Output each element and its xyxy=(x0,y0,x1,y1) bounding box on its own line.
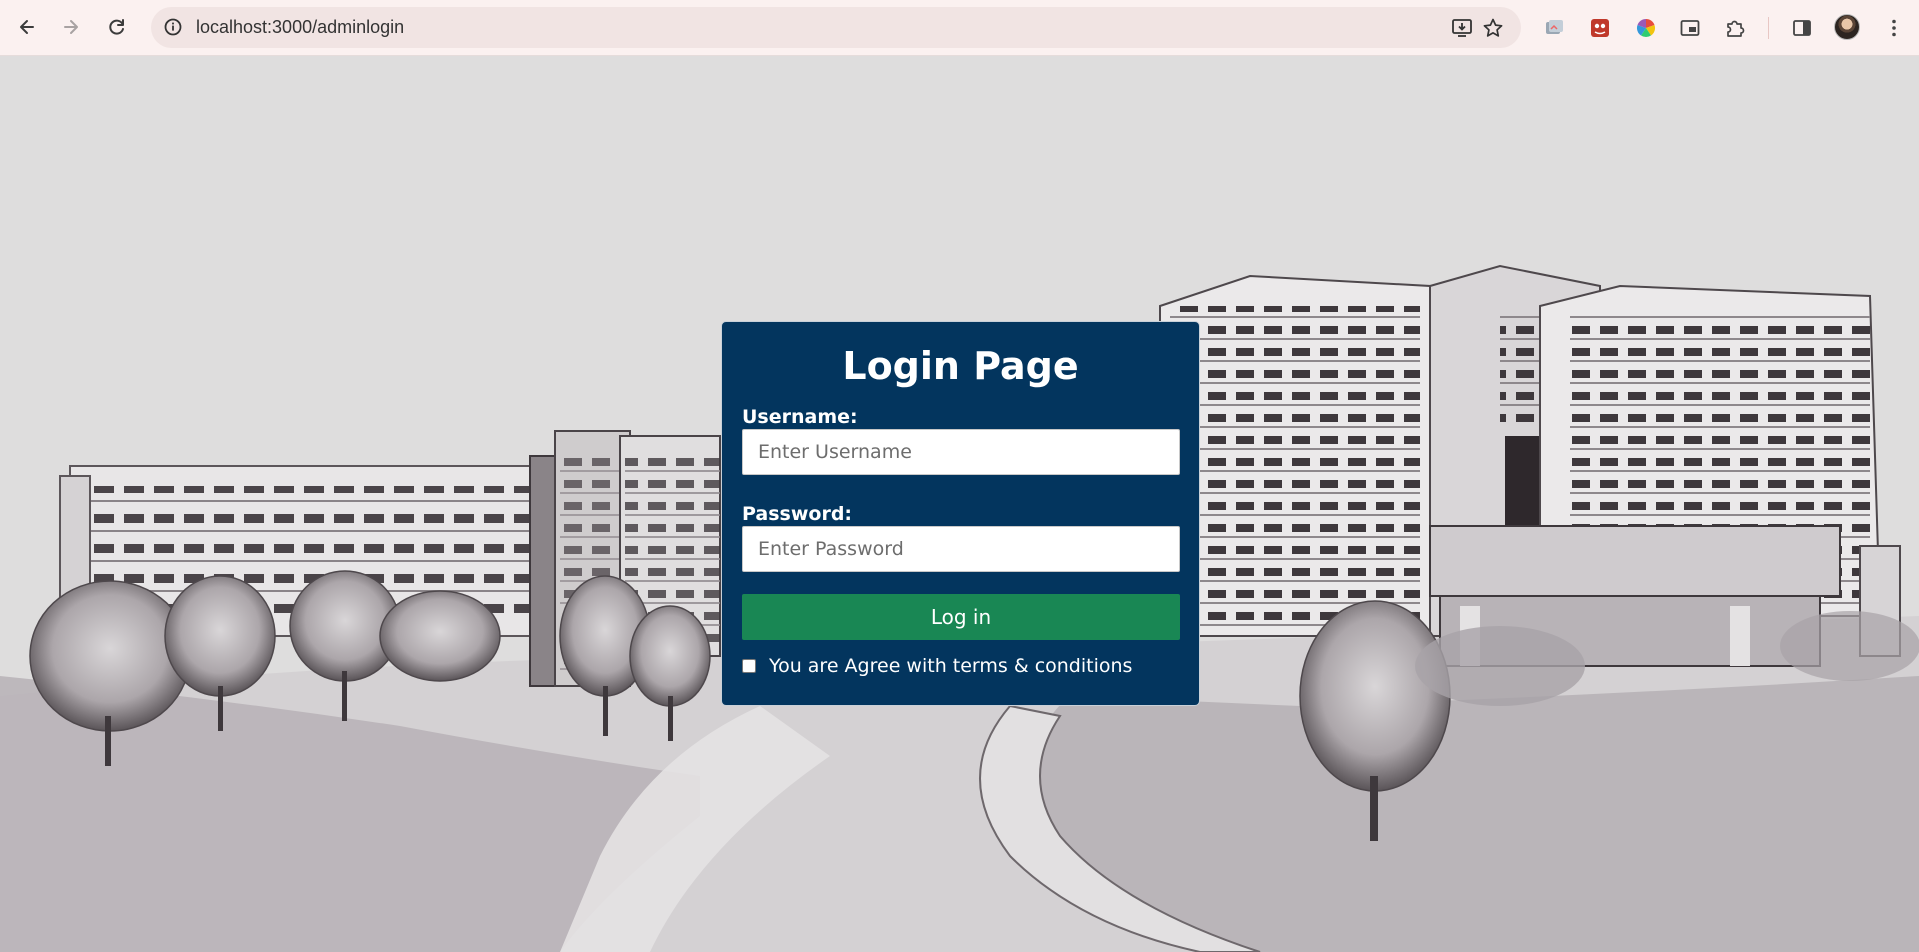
username-label: Username: xyxy=(742,406,858,428)
color-wheel-icon xyxy=(1636,18,1656,38)
address-bar[interactable]: localhost:3000/adminlogin xyxy=(151,7,1521,48)
terms-label[interactable]: You are Agree with terms & conditions xyxy=(769,655,1132,677)
back-button[interactable] xyxy=(12,12,42,42)
site-info-button[interactable] xyxy=(161,15,185,39)
extension-1-icon xyxy=(1546,20,1563,34)
puzzle-icon xyxy=(1727,20,1745,37)
arrow-left-icon xyxy=(20,20,34,34)
forward-button[interactable] xyxy=(56,12,86,42)
bookmark-button[interactable] xyxy=(1481,16,1505,40)
url-text[interactable]: localhost:3000/adminlogin xyxy=(196,17,404,38)
info-circle-icon xyxy=(164,18,182,36)
terms-row[interactable]: You are Agree with terms & conditions xyxy=(742,655,1132,677)
username-input[interactable] xyxy=(742,429,1180,475)
picture-in-picture-icon xyxy=(1680,20,1700,36)
extensions-menu-button[interactable] xyxy=(1721,14,1749,42)
three-dots-icon xyxy=(1892,19,1896,37)
page-viewport: Login Page Username: Password: Log in Yo… xyxy=(0,56,1919,952)
extension-2-icon xyxy=(1591,19,1609,37)
extension-color-wheel-button[interactable] xyxy=(1632,14,1660,42)
extension-2-button[interactable] xyxy=(1586,14,1614,42)
install-app-icon xyxy=(1452,19,1472,37)
password-input[interactable] xyxy=(742,526,1180,572)
profile-avatar[interactable] xyxy=(1834,14,1860,40)
picture-in-picture-button[interactable] xyxy=(1676,14,1704,42)
terms-checkbox[interactable] xyxy=(742,659,756,673)
reload-button[interactable] xyxy=(102,12,132,42)
browser-toolbar: localhost:3000/adminlogin xyxy=(0,0,1919,56)
side-panel-icon xyxy=(1793,20,1811,36)
login-title: Login Page xyxy=(842,344,1079,388)
login-card: Login Page Username: Password: Log in Yo… xyxy=(721,321,1200,706)
extension-1-button[interactable] xyxy=(1540,14,1568,42)
login-button[interactable]: Log in xyxy=(742,594,1180,640)
arrow-right-icon xyxy=(64,20,78,34)
reload-icon xyxy=(109,19,124,35)
password-label: Password: xyxy=(742,503,853,525)
toolbar-divider xyxy=(1768,17,1769,39)
side-panel-button[interactable] xyxy=(1788,14,1816,42)
star-icon xyxy=(1483,18,1503,37)
install-app-button[interactable] xyxy=(1450,16,1474,40)
browser-menu-button[interactable] xyxy=(1880,14,1908,42)
